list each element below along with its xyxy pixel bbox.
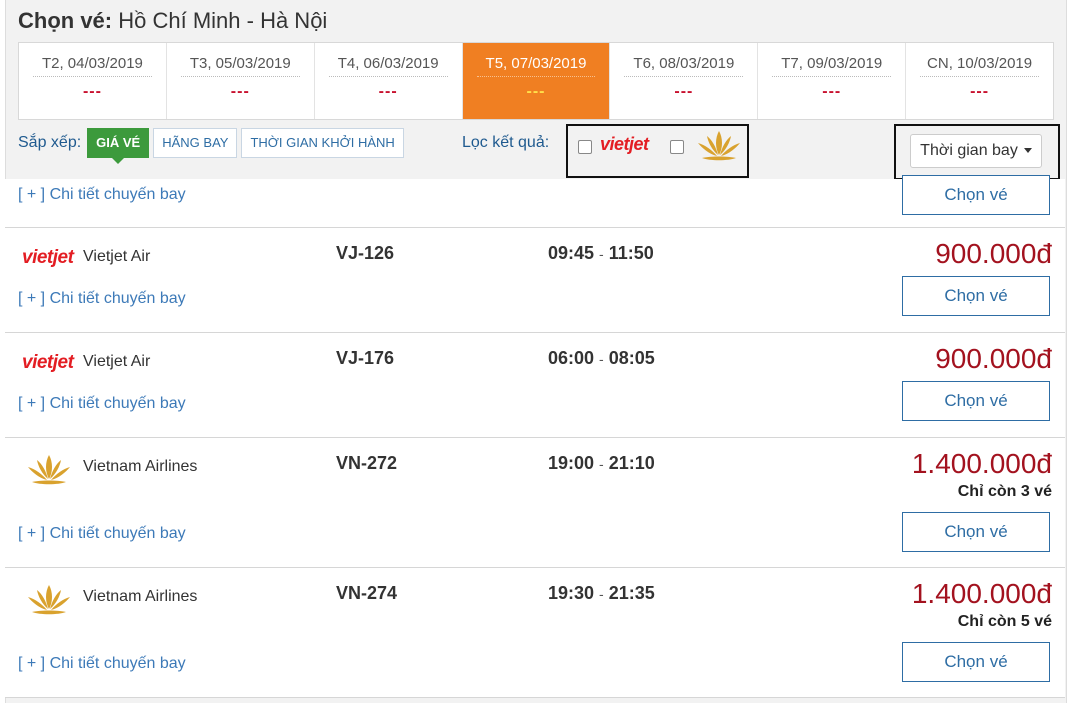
- date-label: T2, 04/03/2019: [33, 55, 152, 77]
- flight-price: 900.000đ: [935, 238, 1052, 269]
- flight-detail-link[interactable]: [ + ] Chi tiết chuyến bay: [18, 395, 186, 413]
- time-separator: -: [599, 456, 604, 472]
- lotus-icon: [28, 455, 70, 485]
- flight-price: 900.000đ: [935, 343, 1052, 374]
- flight-detail-link[interactable]: [ + ] Chi tiết chuyến bay: [18, 290, 186, 308]
- vietnam-airlines-filter-checkbox[interactable]: [670, 140, 684, 154]
- flight-time: 19:30-21:35: [548, 583, 655, 604]
- arrive-time: 08:05: [608, 348, 655, 368]
- flight-row: vietjet Vietjet Air VJ-126 09:45-11:50 9…: [5, 228, 1065, 333]
- flight-row: Vietnam Airlines VN-272 19:00-21:10 1.40…: [5, 438, 1065, 568]
- vietjet-logo: vietjet: [600, 134, 649, 154]
- flight-price: 1.400.000đ: [911, 578, 1052, 609]
- flight-detail-link[interactable]: [ + ] Chi tiết chuyến bay: [18, 655, 186, 673]
- title-route: Hồ Chí Minh - Hà Nội: [118, 8, 328, 33]
- date-tab-4[interactable]: T6, 08/03/2019 ---: [610, 43, 759, 119]
- sort-by-price-button[interactable]: GIÁ VÉ: [87, 128, 150, 164]
- time-separator: -: [599, 246, 604, 262]
- depart-time: 09:45: [548, 243, 595, 263]
- airline-filter: vietjet: [566, 124, 749, 178]
- arrive-time: 11:50: [608, 243, 654, 263]
- lotus-icon: [28, 585, 70, 615]
- flight-row-partial: [ + ] Chi tiết chuyến bay Chọn vé: [5, 175, 1065, 228]
- airline-name: Vietnam Airlines: [83, 458, 198, 475]
- date-tab-1[interactable]: T3, 05/03/2019 ---: [167, 43, 315, 119]
- flight-code: VJ-126: [336, 243, 395, 263]
- caret-down-icon: [1023, 148, 1032, 154]
- date-price: ---: [526, 83, 546, 100]
- flight-code: VN-272: [336, 453, 398, 473]
- seats-remaining: Chỉ còn 5 vé: [957, 613, 1052, 630]
- flight-time: 19:00-21:10: [548, 453, 655, 474]
- choose-ticket-button[interactable]: Chọn vé: [902, 276, 1050, 316]
- vietjet-logo: vietjet: [22, 247, 74, 268]
- sort-by-airline-button[interactable]: HÃNG BAY: [153, 128, 238, 158]
- choose-ticket-button[interactable]: Chọn vé: [902, 381, 1050, 421]
- date-price: ---: [674, 83, 694, 100]
- flight-time-sort-dropdown[interactable]: Thời gian bay: [910, 134, 1042, 168]
- flight-detail-link[interactable]: [ + ] Chi tiết chuyến bay: [18, 525, 186, 543]
- date-price: ---: [822, 83, 842, 100]
- date-tabs: T2, 04/03/2019 --- T3, 05/03/2019 --- T4, …: [18, 42, 1054, 120]
- date-label: CN, 10/03/2019: [920, 55, 1040, 77]
- flight-detail-link[interactable]: [ + ] Chi tiết chuyến bay: [18, 186, 186, 204]
- date-label: T3, 05/03/2019: [180, 55, 300, 77]
- date-price: ---: [230, 83, 250, 100]
- time-separator: -: [599, 351, 604, 367]
- date-label: T7, 09/03/2019: [772, 55, 892, 77]
- sort-label: Sắp xếp:: [18, 134, 82, 151]
- vietjet-filter-checkbox[interactable]: [578, 140, 592, 154]
- sort-dropdown-container: Thời gian bay: [894, 124, 1060, 180]
- dropdown-value: Thời gian bay: [920, 142, 1018, 159]
- date-tab-6[interactable]: CN, 10/03/2019 ---: [906, 43, 1053, 119]
- date-tab-5[interactable]: T7, 09/03/2019 ---: [758, 43, 907, 119]
- filter-label: Lọc kết quả:: [462, 134, 550, 151]
- date-label: T4, 06/03/2019: [328, 55, 448, 77]
- date-label: T5, 07/03/2019: [476, 55, 596, 77]
- arrive-time: 21:10: [608, 453, 655, 473]
- date-price: ---: [82, 83, 102, 100]
- airline-name: Vietjet Air: [83, 248, 151, 265]
- date-tab-3-active[interactable]: T5, 07/03/2019 ---: [462, 43, 611, 119]
- depart-time: 19:00: [548, 453, 595, 473]
- flight-code: VJ-176: [336, 348, 395, 368]
- date-tab-2[interactable]: T4, 06/03/2019 ---: [315, 43, 463, 119]
- flight-row: Vietnam Airlines VN-274 19:30-21:35 1.40…: [5, 568, 1065, 698]
- time-separator: -: [599, 586, 604, 602]
- flight-time: 06:00-08:05: [548, 348, 655, 369]
- airline-name: Vietnam Airlines: [83, 588, 198, 605]
- airline-name: Vietjet Air: [83, 353, 151, 370]
- title-prefix: Chọn vé:: [18, 8, 113, 33]
- flight-code: VN-274: [336, 583, 398, 603]
- flight-row: vietjet Vietjet Air VJ-176 06:00-08:05 9…: [5, 333, 1065, 438]
- date-price: ---: [970, 83, 990, 100]
- date-price: ---: [378, 83, 398, 100]
- depart-time: 06:00: [548, 348, 595, 368]
- date-label: T6, 08/03/2019: [624, 55, 744, 77]
- page-title: Chọn vé: Hồ Chí Minh - Hà Nội: [18, 8, 327, 34]
- choose-ticket-button[interactable]: Chọn vé: [902, 175, 1050, 215]
- flight-price: 1.400.000đ: [911, 448, 1052, 479]
- sort-bar: Sắp xếp: GIÁ VÉ HÃNG BAY THỜI GIAN KHỞI …: [18, 128, 408, 164]
- vietjet-logo: vietjet: [22, 352, 74, 373]
- arrive-time: 21:35: [608, 583, 655, 603]
- depart-time: 19:30: [548, 583, 595, 603]
- lotus-icon: [698, 131, 740, 161]
- choose-ticket-button[interactable]: Chọn vé: [902, 512, 1050, 552]
- date-tab-0[interactable]: T2, 04/03/2019 ---: [19, 43, 167, 119]
- seats-remaining: Chỉ còn 3 vé: [957, 483, 1052, 500]
- choose-ticket-button[interactable]: Chọn vé: [902, 642, 1050, 682]
- sort-by-departure-button[interactable]: THỜI GIAN KHỞI HÀNH: [241, 128, 404, 158]
- flight-time: 09:45-11:50: [548, 243, 654, 264]
